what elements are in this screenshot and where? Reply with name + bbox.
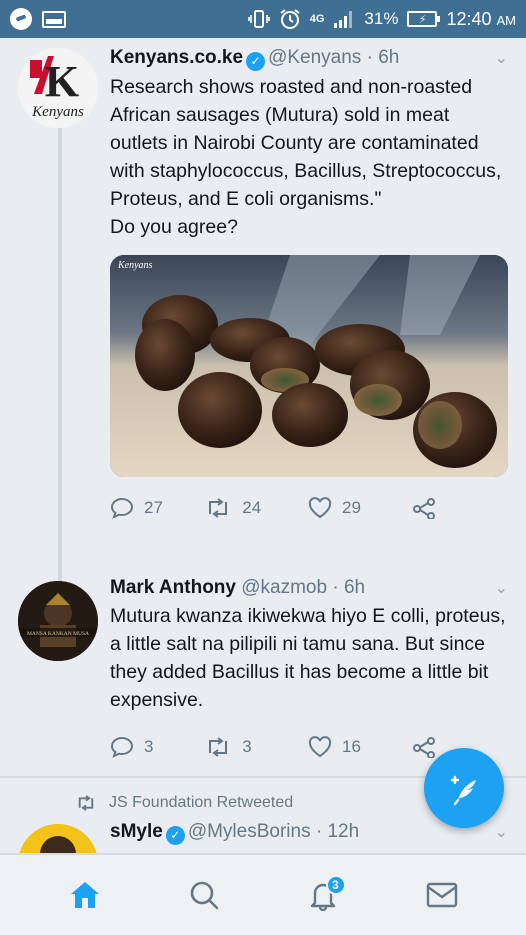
chevron-down-icon[interactable]: ⌄ xyxy=(495,578,508,598)
compose-feather-icon xyxy=(450,775,476,806)
tweet-header: Mark Anthony @kazmob · 6h xyxy=(110,576,506,600)
author-name[interactable]: sMyle xyxy=(110,821,163,842)
author-name[interactable]: Kenyans.co.ke xyxy=(110,47,243,68)
like-count: 29 xyxy=(342,498,361,517)
retweeted-by[interactable]: JS Foundation Retweeted xyxy=(109,794,293,812)
nav-search[interactable] xyxy=(174,865,234,925)
share-icon xyxy=(412,737,435,758)
tweet-photo[interactable]: Kenyans xyxy=(110,255,508,477)
reply-icon xyxy=(110,736,134,758)
share-icon xyxy=(412,498,435,519)
photo-watermark: Kenyans xyxy=(117,260,153,271)
search-icon xyxy=(190,881,218,910)
bottom-navigation: 3 xyxy=(0,853,526,935)
like-count: 16 xyxy=(342,737,361,756)
status-bar: 4G 31% ⚡ 12:40 AM xyxy=(0,0,526,38)
tweet[interactable]: ⌄ Mark Anthony @kazmob · 6h Mutura kwanz… xyxy=(0,576,526,758)
reply-icon xyxy=(110,497,134,519)
home-icon xyxy=(70,882,99,908)
like-button[interactable]: 16 xyxy=(308,736,412,758)
retweet-icon xyxy=(78,795,94,811)
retweet-button[interactable]: 3 xyxy=(204,737,308,757)
retweet-count: 24 xyxy=(242,498,262,517)
like-button[interactable]: 29 xyxy=(308,497,412,519)
timeline-feed[interactable]: K Kenyans ⌄ Kenyans.co.ke ✓ @Kenyans · 6h … xyxy=(0,38,526,853)
tweet-question: Do you agree? xyxy=(110,216,238,238)
tweet-actions: 27 24 29 xyxy=(110,497,506,519)
nav-notifications[interactable]: 3 xyxy=(293,865,353,925)
author-handle[interactable]: @Kenyans xyxy=(268,47,361,68)
retweet-icon xyxy=(209,498,228,518)
app-notification-icon xyxy=(10,8,32,30)
retweet-count: 3 xyxy=(242,737,252,756)
reply-count: 3 xyxy=(144,737,154,756)
battery-icon: ⚡ xyxy=(407,11,441,27)
chevron-down-icon[interactable]: ⌄ xyxy=(495,48,508,68)
tweet-time: · 12h xyxy=(315,821,360,842)
clock: 12:40 AM xyxy=(446,8,516,29)
retweet-icon xyxy=(209,737,228,757)
tweet-time: · 6h xyxy=(366,47,400,68)
tweet-text: Mutura kwanza ikiwekwa hiyo E colli, pro… xyxy=(110,602,506,714)
verified-badge-icon: ✓ xyxy=(165,826,185,845)
nav-messages[interactable] xyxy=(412,865,472,925)
retweet-context: JS Foundation Retweeted xyxy=(75,794,293,812)
tweet-text: Research shows roasted and non-roasted A… xyxy=(110,73,506,241)
vibrate-icon xyxy=(247,8,270,30)
author-handle[interactable]: @kazmob xyxy=(241,577,327,598)
chevron-down-icon[interactable]: ⌄ xyxy=(495,822,508,842)
nav-home[interactable] xyxy=(55,865,115,925)
battery-percent: 31% xyxy=(364,9,399,28)
reply-count: 27 xyxy=(144,498,163,517)
tweet[interactable]: ⌄ Kenyans.co.ke ✓ @Kenyans · 6h Research s… xyxy=(0,46,526,519)
reply-button[interactable]: 27 xyxy=(110,497,204,519)
mail-icon xyxy=(426,882,457,908)
author-name[interactable]: Mark Anthony xyxy=(110,577,236,598)
notification-badge: 3 xyxy=(325,875,346,895)
author-handle[interactable]: @MylesBorins xyxy=(188,821,311,842)
share-button[interactable] xyxy=(412,497,506,519)
reply-button[interactable]: 3 xyxy=(110,736,204,758)
tweet-header: Kenyans.co.ke ✓ @Kenyans · 6h xyxy=(110,46,506,71)
tweet-body: Mutura kwanza ikiwekwa hiyo E colli, pro… xyxy=(110,605,506,711)
alarm-icon xyxy=(279,8,301,30)
heart-icon xyxy=(308,736,332,758)
sausage-photo: Kenyans xyxy=(110,255,508,477)
signal-icon xyxy=(333,8,355,30)
network-type: 4G xyxy=(309,13,325,25)
tweet-time: · 6h xyxy=(332,577,366,598)
screen-icon xyxy=(42,10,66,28)
compose-tweet-button[interactable] xyxy=(424,748,504,828)
retweet-button[interactable]: 24 xyxy=(204,498,308,518)
verified-badge-icon: ✓ xyxy=(246,52,266,71)
tweet-body: Research shows roasted and non-roasted A… xyxy=(110,76,502,210)
heart-icon xyxy=(308,497,332,519)
